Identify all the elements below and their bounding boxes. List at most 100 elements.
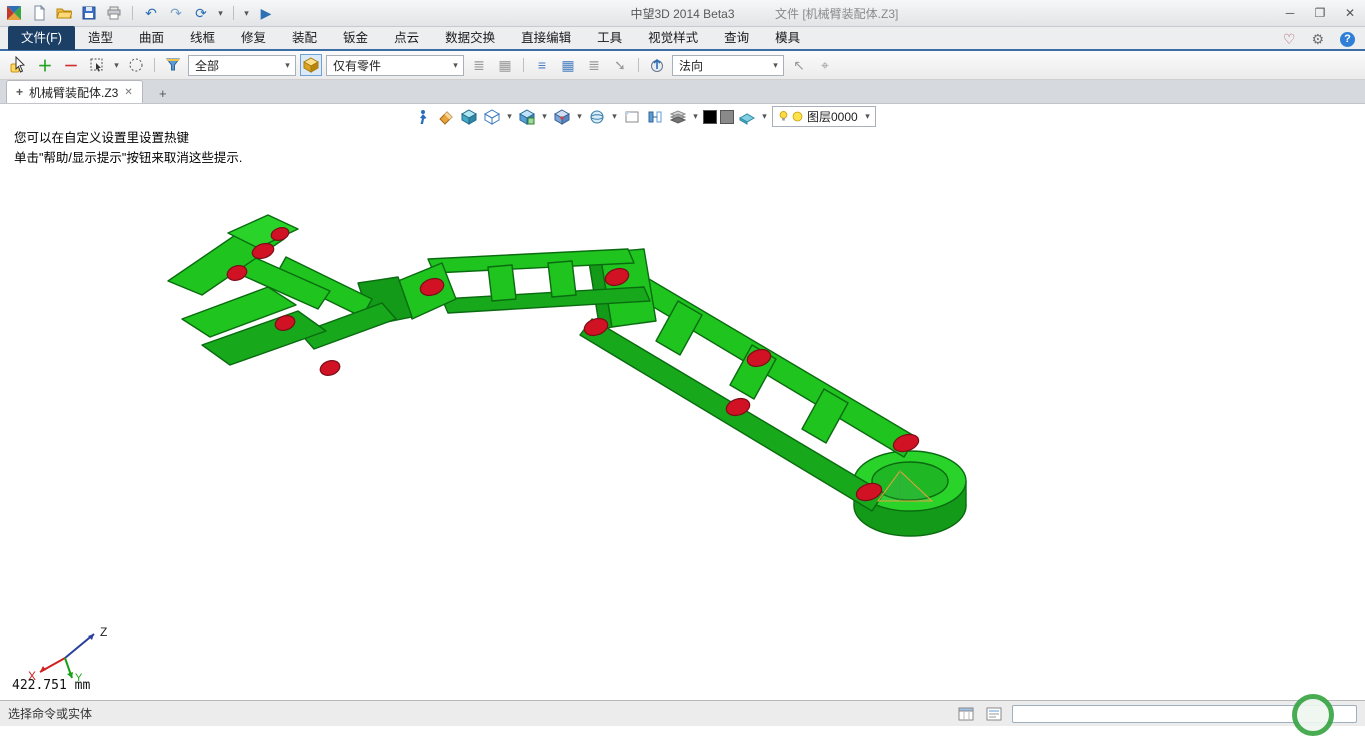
section-dropdown-icon[interactable]: ▾ <box>540 111 549 122</box>
undo-icon[interactable]: ↶ <box>141 3 161 23</box>
entity-info-icon[interactable] <box>956 704 976 724</box>
tab-file[interactable]: 文件(F) <box>8 26 75 50</box>
tab-inquire[interactable]: 查询 <box>711 26 762 50</box>
history-list-icon[interactable]: ≣ <box>583 54 605 76</box>
robot-arm-model[interactable] <box>0 104 1365 700</box>
tab-close-icon[interactable]: ✕ <box>124 87 132 98</box>
tab-visual-style[interactable]: 视觉样式 <box>635 26 711 50</box>
print-icon[interactable] <box>104 3 124 23</box>
status-bar: 选择命令或实体 <box>0 700 1365 726</box>
normal-combo[interactable]: 法向 ▾ <box>672 55 784 76</box>
normal-direction-icon[interactable] <box>646 54 668 76</box>
save-icon[interactable] <box>79 3 99 23</box>
divider <box>523 58 524 72</box>
pick-last-icon[interactable]: ▦ <box>494 54 516 76</box>
ribbon-right-icons: ♡ ⚙ ? <box>1283 27 1355 51</box>
minimize-button[interactable]: ─ <box>1275 0 1305 26</box>
ground-plane-icon[interactable] <box>737 107 757 127</box>
appearance-layers-icon[interactable] <box>668 107 688 127</box>
half-section-icon[interactable] <box>645 107 665 127</box>
customize-qat-icon[interactable]: ▾ <box>242 8 251 19</box>
help-icon[interactable]: ? <box>1340 32 1355 47</box>
ribbon-tab-bar: 文件(F) 造型 曲面 线框 修复 装配 钣金 点云 数据交换 直接编辑 工具 … <box>0 27 1365 51</box>
related-list-icon[interactable]: ▦ <box>557 54 579 76</box>
favorite-icon[interactable]: ♡ <box>1283 31 1296 48</box>
regen-dropdown-icon[interactable]: ▾ <box>216 8 225 19</box>
regen-icon[interactable]: ⟳ <box>191 3 211 23</box>
measurement-readout: 422.751 mm <box>12 678 90 693</box>
remove-selection-icon[interactable]: － <box>60 54 82 76</box>
scope-combo[interactable]: 仅有零件 ▾ <box>326 55 464 76</box>
document-tab-bar: + 机械臂装配体.Z3 ✕ + <box>0 80 1365 104</box>
maximize-button[interactable]: ❐ <box>1305 0 1335 26</box>
zw3d-logo-icon <box>4 3 24 23</box>
output-window-icon[interactable] <box>984 704 1004 724</box>
tab-tools[interactable]: 工具 <box>584 26 635 50</box>
black-color-swatch[interactable] <box>703 110 717 124</box>
perspective-icon[interactable] <box>587 107 607 127</box>
document-title: 文件 [机械臂装配体.Z3] <box>775 5 898 22</box>
layer-value: 图层0000 <box>804 108 863 125</box>
shaded-display-icon[interactable] <box>459 107 479 127</box>
gray-color-swatch[interactable] <box>720 110 734 124</box>
tab-direct-edit[interactable]: 直接编辑 <box>508 26 584 50</box>
selection-toolbar: ＋ － ▾ 全部 ▾ 仅有零件 ▾ ≣ ▦ ≡ ▦ ≣ ➘ 法向 ▾ ↖ ⌖ <box>0 51 1365 80</box>
filter-all-combo[interactable]: 全部 ▾ <box>188 55 296 76</box>
settings-gear-icon[interactable]: ⚙ <box>1311 31 1324 48</box>
new-tab-button[interactable]: + <box>151 83 175 103</box>
pick-result-icon[interactable]: ➘ <box>609 54 631 76</box>
select-cursor-icon[interactable] <box>8 54 30 76</box>
view-dropdown-icon[interactable]: ▾ <box>575 111 584 122</box>
display-mode-dropdown-icon[interactable]: ▾ <box>505 111 514 122</box>
hint-line-1: 您可以在自定义设置里设置热键 <box>14 128 242 148</box>
filter-list-icon[interactable]: ≡ <box>531 54 553 76</box>
divider <box>132 6 133 20</box>
part-only-toggle[interactable] <box>300 54 322 76</box>
pick-box-dropdown-icon[interactable]: ▾ <box>112 60 121 71</box>
axis-z-label: Z <box>100 625 107 639</box>
divider <box>154 58 155 72</box>
tab-pointcloud[interactable]: 点云 <box>381 26 432 50</box>
appearance-dropdown-icon[interactable]: ▾ <box>691 111 700 122</box>
redo-icon[interactable]: ↷ <box>166 3 186 23</box>
tab-assembly[interactable]: 装配 <box>279 26 330 50</box>
tab-data-exchange[interactable]: 数据交换 <box>432 26 508 50</box>
pick-box-icon[interactable] <box>86 54 108 76</box>
tab-surface[interactable]: 曲面 <box>126 26 177 50</box>
titlebar: ↶ ↷ ⟳ ▾ ▾ ▶ 中望3D 2014 Beta3 文件 [机械臂装配体.Z… <box>0 0 1365 27</box>
close-button[interactable]: ✕ <box>1335 0 1365 26</box>
app-title: 中望3D 2014 Beta3 <box>630 5 734 22</box>
plane-display-icon[interactable] <box>622 107 642 127</box>
hint-text: 您可以在自定义设置里设置热键 单击"帮助/显示提示"按钮来取消这些提示. <box>14 128 242 168</box>
clear-highlight-icon[interactable] <box>436 107 456 127</box>
new-file-icon[interactable] <box>29 3 49 23</box>
lasso-select-icon[interactable] <box>125 54 147 76</box>
chevron-down-icon[interactable]: ▾ <box>283 60 292 71</box>
tab-sheetmetal[interactable]: 钣金 <box>330 26 381 50</box>
tab-wireframe[interactable]: 线框 <box>177 26 228 50</box>
lightbulb-icon <box>776 107 790 127</box>
document-tab[interactable]: + 机械臂装配体.Z3 ✕ <box>6 80 143 103</box>
tab-mold[interactable]: 模具 <box>762 26 813 50</box>
wireframe-display-icon[interactable] <box>482 107 502 127</box>
chevron-down-icon[interactable]: ▾ <box>451 60 460 71</box>
graphics-canvas[interactable]: ▾ ▾ ▾ ▾ ▾ ▾ <box>0 104 1365 700</box>
iso-view-icon[interactable] <box>552 107 572 127</box>
tab-repair[interactable]: 修复 <box>228 26 279 50</box>
status-message: 选择命令或实体 <box>8 705 92 722</box>
chevron-down-icon[interactable]: ▾ <box>771 60 780 71</box>
pick-normal-icon[interactable]: ↖ <box>788 54 810 76</box>
add-selection-icon[interactable]: ＋ <box>34 54 56 76</box>
selection-filter-icon[interactable] <box>162 54 184 76</box>
ground-dropdown-icon[interactable]: ▾ <box>760 111 769 122</box>
section-view-icon[interactable] <box>517 107 537 127</box>
layer-dropdown-icon[interactable]: ▾ <box>863 111 872 122</box>
open-file-icon[interactable] <box>54 3 74 23</box>
pick-face-icon[interactable]: ⌖ <box>814 54 836 76</box>
tab-shape[interactable]: 造型 <box>75 26 126 50</box>
spin-view-icon[interactable] <box>413 107 433 127</box>
play-macro-icon[interactable]: ▶ <box>256 3 276 23</box>
layer-combo[interactable]: 图层0000 ▾ <box>772 106 876 127</box>
pick-list-icon[interactable]: ≣ <box>468 54 490 76</box>
perspective-dropdown-icon[interactable]: ▾ <box>610 111 619 122</box>
